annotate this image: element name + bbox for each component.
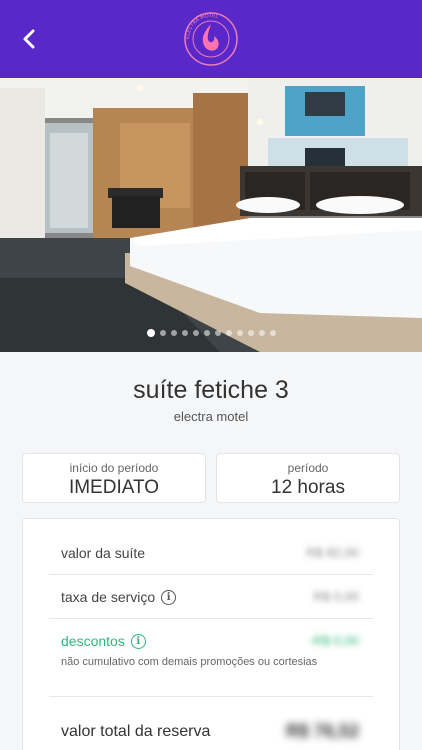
gallery-pagination	[0, 329, 422, 337]
discounts-label: descontos	[61, 633, 125, 649]
suite-value-label: valor da suíte	[61, 545, 146, 561]
start-period-value: IMEDIATO	[68, 477, 160, 498]
chevron-left-icon	[23, 29, 35, 49]
gallery-dot[interactable]	[170, 330, 177, 336]
gallery-dot[interactable]	[146, 329, 155, 337]
discounts-note: não cumulativo com demais promoções ou c…	[61, 656, 318, 668]
gallery-dot[interactable]	[258, 330, 265, 336]
gallery-dot[interactable]	[214, 330, 221, 336]
start-period-label: início do período	[69, 461, 159, 475]
suite-photo-gallery[interactable]	[0, 78, 422, 352]
suite-photo	[0, 78, 422, 352]
back-button[interactable]	[14, 24, 44, 54]
motel-logo: ELECTRA MOTEL	[182, 10, 240, 68]
period-card[interactable]: período 12 horas	[216, 453, 400, 503]
divider	[49, 574, 373, 575]
service-fee-value: R$ 0,00	[313, 589, 359, 604]
info-icon[interactable]: i	[130, 633, 146, 649]
gallery-dot[interactable]	[192, 330, 199, 336]
period-label: período	[287, 461, 329, 475]
gallery-dot[interactable]	[159, 330, 166, 336]
suite-name: suíte fetiche 3	[133, 376, 289, 404]
start-period-card[interactable]: início do período IMEDIATO	[22, 453, 206, 503]
period-value: 12 horas	[271, 477, 345, 498]
price-summary-card: valor da suíte R$ 82,00 taxa de serviço …	[22, 518, 400, 750]
gallery-dot[interactable]	[236, 330, 243, 336]
logo-text: ELECTRA MOTEL	[185, 13, 219, 39]
discounts-label-wrap: descontos i	[61, 633, 146, 649]
gallery-dot[interactable]	[181, 330, 188, 336]
discounts-value: -R$ 0,00	[309, 633, 359, 648]
service-fee-label-wrap: taxa de serviço i	[61, 589, 177, 605]
flame-logo	[202, 24, 219, 51]
total-label: valor total da reserva	[61, 723, 211, 740]
motel-name: electra motel	[173, 409, 249, 424]
gallery-dot[interactable]	[269, 330, 276, 336]
gallery-dot[interactable]	[247, 330, 254, 336]
total-value: R$ 76,52	[285, 721, 359, 741]
divider	[49, 696, 373, 697]
app-header: ELECTRA MOTEL	[0, 0, 422, 78]
info-icon[interactable]: i	[161, 589, 177, 605]
divider	[49, 618, 373, 619]
svg-text:ELECTRA MOTEL: ELECTRA MOTEL	[185, 13, 219, 39]
suite-value: R$ 82,00	[306, 545, 359, 560]
gallery-dot[interactable]	[225, 330, 232, 336]
service-fee-label: taxa de serviço	[61, 589, 156, 605]
gallery-dot[interactable]	[203, 330, 210, 336]
